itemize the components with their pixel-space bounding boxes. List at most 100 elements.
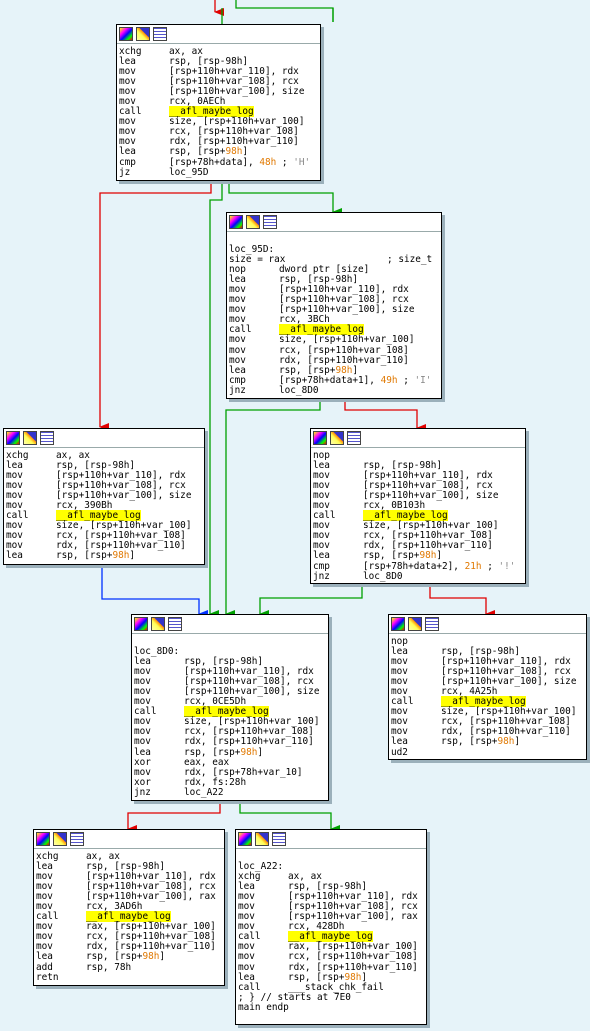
code-line[interactable]: xor rdx, fs:28h (134, 777, 326, 788)
color-palette-icon[interactable] (391, 617, 405, 631)
code-block-390bh[interactable]: xchg ax, ax lea rsp, [rsp-98h] mov [rsp+110h+… (3, 428, 205, 565)
block-toolbar (227, 213, 441, 232)
code-line[interactable]: cmp [rsp+78h+data], 48h ; 'H' (119, 156, 318, 168)
block-code: xchg ax, ax lea rsp, [rsp-98h] mov [rsp+110h+… (4, 448, 204, 564)
block-toolbar (311, 429, 525, 448)
code-block-3ad6h[interactable]: xchg ax, ax lea rsp, [rsp-98h] mov [rsp+110h+… (33, 829, 225, 986)
color-palette-icon[interactable] (36, 832, 50, 846)
numeric-constant: 48h (259, 156, 277, 168)
block-toolbar (132, 615, 328, 634)
numeric-constant: 49h (380, 374, 398, 386)
edge-b2-b4 (344, 398, 426, 432)
numeric-constant: 98h (497, 736, 515, 748)
mnemonic: ud2 (391, 746, 408, 758)
mnemonic: jnz (313, 570, 330, 582)
operand-text: loc_8D0 (279, 384, 319, 396)
block-code: loc_A22: xchg ax, ax lea rsp, [rsp-98h] mov [r… (236, 849, 426, 1015)
code-line[interactable]: mov [rsp+110h+var_100], size (229, 305, 439, 315)
char-comment: 'I' (414, 374, 432, 386)
graph-view-icon[interactable] (263, 215, 277, 229)
code-line[interactable]: cmp [rsp+78h+data+1], 49h ; 'I' (229, 374, 439, 386)
operand-text: loc_95D (169, 166, 209, 178)
mnemonic: retn (36, 971, 59, 983)
code-line[interactable]: ud2 (391, 746, 584, 758)
color-palette-icon[interactable] (6, 431, 20, 445)
edge-b1-b3 (99, 181, 212, 431)
code-block-loc-8d0[interactable]: loc_8D0: lea rsp, [rsp-98h] mov [rsp+110h+va… (131, 614, 329, 801)
code-line[interactable]: lea rsp, [rsp+98h] (391, 737, 584, 747)
code-line[interactable]: jnz loc_8D0 (313, 570, 523, 582)
code-line[interactable]: lea rsp, [rsp+98h] (134, 747, 326, 758)
block-code: xchg ax, ax lea rsp, [rsp-98h] mov [rsp+110h+… (117, 44, 320, 180)
mnemonic: lea (313, 550, 330, 562)
block-toolbar (4, 429, 204, 448)
operands: rsp, 78h (86, 961, 132, 973)
code-line[interactable]: cmp [rsp+78h+data+2], 21h ; '!' (313, 560, 523, 572)
graph-view-icon[interactable] (425, 617, 439, 631)
edge-b2-b5 (225, 398, 321, 618)
block-code: xchg ax, ax lea rsp, [rsp-98h] mov [rsp+110h+… (34, 849, 224, 985)
code-line[interactable]: main endp (238, 1002, 424, 1013)
code-line[interactable]: jnz loc_8D0 (229, 384, 439, 396)
char-comment: 'H' (293, 156, 311, 168)
edit-icon[interactable] (255, 832, 269, 846)
color-palette-icon[interactable] (119, 27, 133, 41)
mnemonic: jz (119, 166, 131, 178)
edge-b4-b6 (429, 583, 495, 618)
color-palette-icon[interactable] (229, 215, 243, 229)
code-block-4a25h[interactable]: nop lea rsp, [rsp-98h] mov [rsp+110h+var_110… (388, 614, 587, 760)
operand-text: rsp, 78h (86, 961, 132, 973)
color-palette-icon[interactable] (134, 617, 148, 631)
code-block-loc-95d[interactable]: loc_95D: size = rax ; size_t nop dword ptr … (226, 212, 442, 399)
edit-icon[interactable] (23, 431, 37, 445)
edge-b4-b5 (259, 583, 363, 618)
edit-icon[interactable] (53, 832, 67, 846)
code-line[interactable]: loc_A22: (238, 861, 424, 872)
block-code: loc_95D: size = rax ; size_t nop dword ptr … (227, 232, 441, 398)
operands: rsp, [rsp+98h] (441, 737, 520, 747)
numeric-constant: 98h (142, 951, 160, 963)
code-block-entry[interactable]: xchg ax, ax lea rsp, [rsp-98h] mov [rsp+110h+… (116, 24, 321, 181)
mnemonic: mov (134, 736, 151, 748)
code-block-0b103h[interactable]: nop lea rsp, [rsp-98h] mov [rsp+110h+var_110… (310, 428, 526, 584)
color-palette-icon[interactable] (238, 832, 252, 846)
graph-view-icon[interactable] (70, 832, 84, 846)
operand-text: ] (129, 550, 136, 562)
operands: loc_95D (169, 166, 209, 178)
edit-icon[interactable] (330, 431, 344, 445)
mnemonic: lea (36, 951, 53, 963)
edit-icon[interactable] (136, 27, 150, 41)
edit-icon[interactable] (408, 617, 422, 631)
graph-view-icon[interactable] (272, 832, 286, 846)
code-line[interactable]: retn (36, 971, 222, 983)
mnemonic: lea (391, 736, 408, 748)
numeric-constant: 21h (464, 560, 482, 572)
mnemonic: jnz (134, 786, 151, 798)
graph-view-icon[interactable] (40, 431, 54, 445)
block-toolbar (236, 830, 426, 849)
code-line[interactable]: add rsp, 78h (36, 961, 222, 973)
graph-view-icon[interactable] (347, 431, 361, 445)
code-line[interactable]: jz loc_95D (119, 166, 318, 178)
operand-text: ; (397, 374, 415, 386)
edit-icon[interactable] (246, 215, 260, 229)
color-palette-icon[interactable] (313, 431, 327, 445)
operand-text: loc_8D0 (363, 570, 403, 582)
code-block-loc-a22[interactable]: loc_A22: xchg ax, ax lea rsp, [rsp-98h] mov [r… (235, 829, 427, 1025)
operand-text: rsp, [rsp+ (441, 736, 498, 748)
mnemonic: jnz (229, 384, 246, 396)
operand-text: ] (514, 736, 521, 748)
edge-b1-b2 (228, 181, 342, 216)
code-line[interactable]: lea rsp, [rsp+98h] (6, 551, 202, 561)
edit-icon[interactable] (151, 617, 165, 631)
graph-view-icon[interactable] (153, 27, 167, 41)
operand-text: ; (276, 156, 294, 168)
graph-view-icon[interactable] (168, 617, 182, 631)
block-code: nop lea rsp, [rsp-98h] mov [rsp+110h+var_110… (311, 448, 525, 584)
block-code: nop lea rsp, [rsp-98h] mov [rsp+110h+var_110… (389, 634, 586, 760)
block-toolbar (34, 830, 224, 849)
operand-text: ; (481, 560, 499, 572)
block-toolbar (117, 25, 320, 44)
code-line[interactable]: jnz loc_A22 (134, 786, 326, 798)
operands: loc_8D0 (363, 570, 403, 582)
